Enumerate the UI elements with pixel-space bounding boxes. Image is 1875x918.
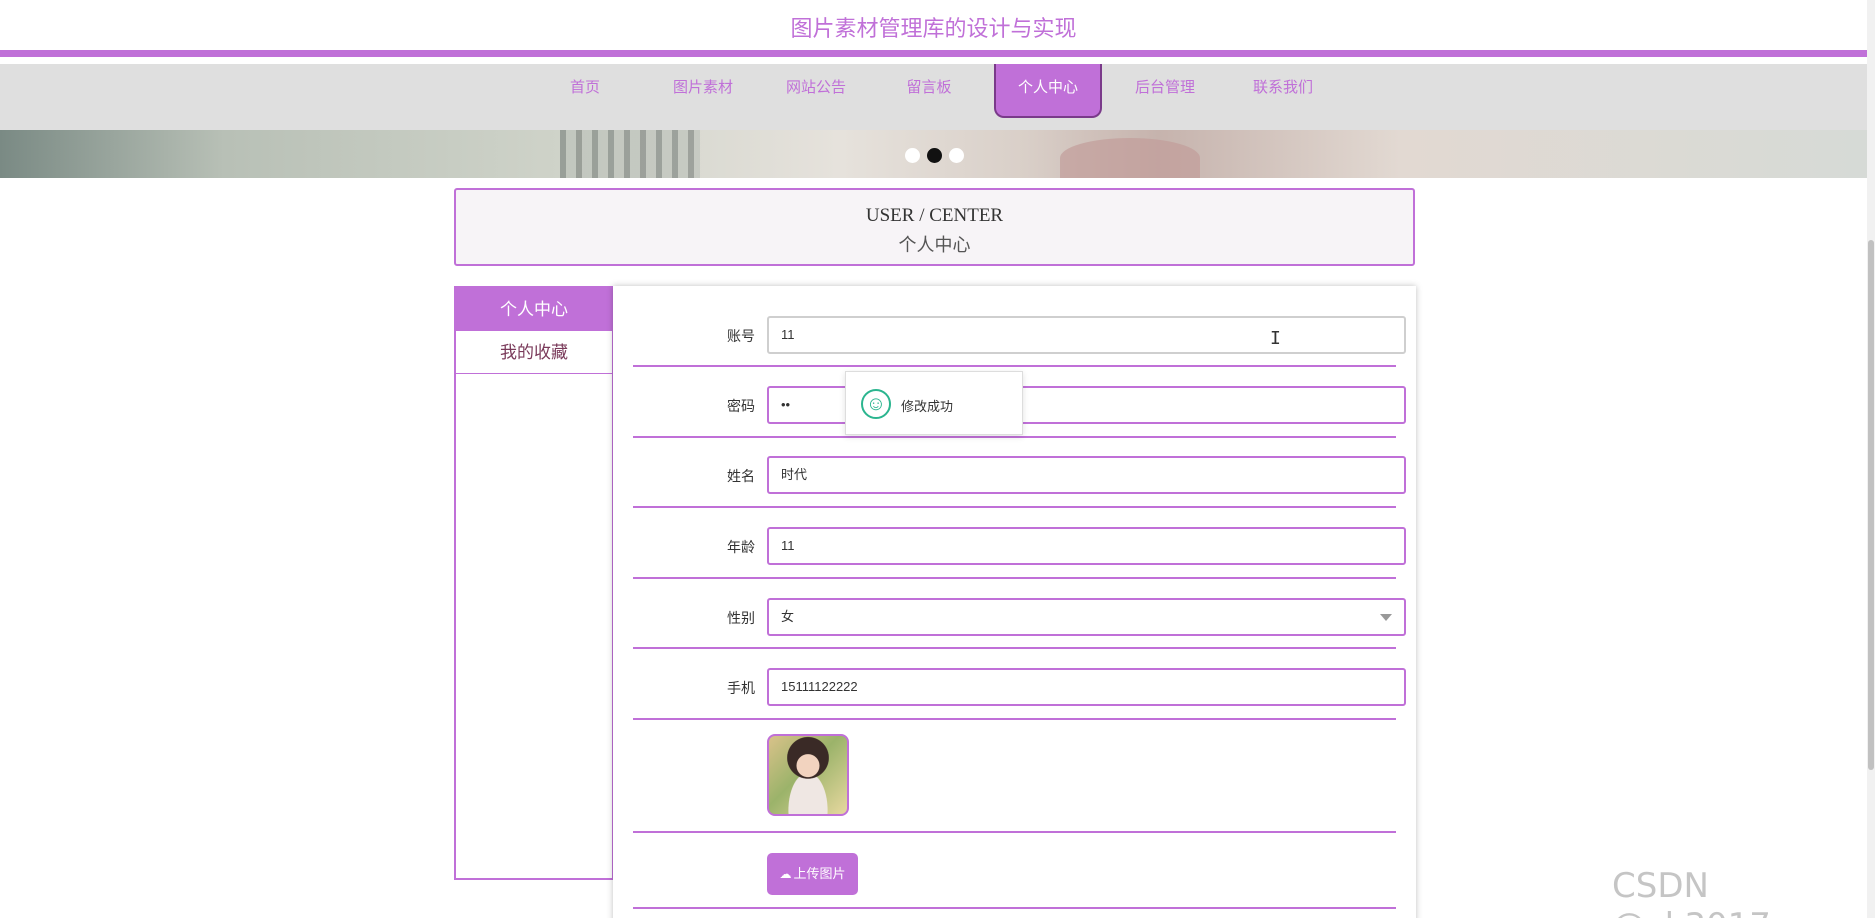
carousel-dot[interactable]	[949, 148, 964, 163]
name-label: 姓名	[727, 468, 755, 484]
form-row-account: 账号 11	[633, 286, 1406, 367]
upload-image-button[interactable]: ☁ 上传图片	[767, 853, 858, 895]
chevron-down-icon	[1380, 614, 1392, 621]
site-header: 图片素材管理库的设计与实现	[0, 0, 1867, 57]
gender-select[interactable]: 女	[767, 598, 1406, 636]
account-input[interactable]: 11	[767, 316, 1406, 354]
nav-announcements[interactable]: 网站公告	[776, 64, 856, 118]
upload-button-label: 上传图片	[793, 866, 846, 881]
success-toast: ☺ 修改成功	[845, 371, 1023, 435]
gender-label: 性别	[727, 610, 755, 626]
sidebar-item-user-center[interactable]: 个人中心	[456, 288, 612, 331]
form-row-avatar	[633, 720, 1396, 833]
sidebar: 个人中心 我的收藏	[454, 286, 614, 880]
form-row-upload: ☁ 上传图片	[633, 833, 1396, 909]
phone-label: 手机	[727, 680, 755, 696]
watermark: CSDN @ck3017	[1612, 866, 1771, 918]
nav-contact[interactable]: 联系我们	[1243, 64, 1323, 118]
section-header: USER / CENTER 个人中心	[454, 188, 1415, 266]
text-cursor-icon: I	[1270, 328, 1281, 349]
main-nav: 首页 图片素材 网站公告 留言板 个人中心 后台管理 联系我们	[0, 64, 1867, 130]
page: 图片素材管理库的设计与实现 首页 图片素材 网站公告 留言板 个人中心 后台管理…	[0, 0, 1875, 918]
scrollbar-thumb[interactable]	[1868, 240, 1874, 770]
form-row-age: 年龄 11	[633, 508, 1406, 579]
cloud-upload-icon: ☁	[779, 867, 792, 881]
banner-carousel	[0, 130, 1867, 178]
account-label: 账号	[727, 328, 755, 344]
nav-admin[interactable]: 后台管理	[1125, 64, 1205, 118]
section-title-en: USER / CENTER	[865, 205, 1004, 226]
gender-value: 女	[781, 609, 795, 624]
toast-message: 修改成功	[901, 399, 954, 414]
form-row-phone: 手机 15111122222	[633, 649, 1406, 720]
page-scrollbar[interactable]	[1867, 0, 1875, 918]
nav-home[interactable]: 首页	[553, 64, 617, 118]
sidebar-item-favorites[interactable]: 我的收藏	[456, 331, 612, 374]
age-input[interactable]: 11	[767, 527, 1406, 565]
phone-input[interactable]: 15111122222	[767, 668, 1406, 706]
form-row-gender: 性别 女	[633, 579, 1406, 649]
site-title: 图片素材管理库的设计与实现	[790, 16, 1077, 41]
smile-icon: ☺	[861, 389, 891, 419]
nav-user-center[interactable]: 个人中心	[994, 64, 1102, 118]
carousel-dots	[905, 148, 964, 163]
avatar-image	[767, 734, 849, 816]
nav-image-materials[interactable]: 图片素材	[663, 64, 743, 118]
banner-image-detail	[1060, 138, 1200, 178]
password-label: 密码	[727, 398, 755, 414]
banner-image-detail	[560, 130, 700, 178]
section-title-cn: 个人中心	[898, 235, 971, 255]
name-input[interactable]: 时代	[767, 456, 1406, 494]
carousel-dot-active[interactable]	[927, 148, 942, 163]
age-label: 年龄	[727, 539, 755, 555]
carousel-dot[interactable]	[905, 148, 920, 163]
nav-message-board[interactable]: 留言板	[893, 64, 965, 118]
form-row-name: 姓名 时代	[633, 438, 1406, 508]
